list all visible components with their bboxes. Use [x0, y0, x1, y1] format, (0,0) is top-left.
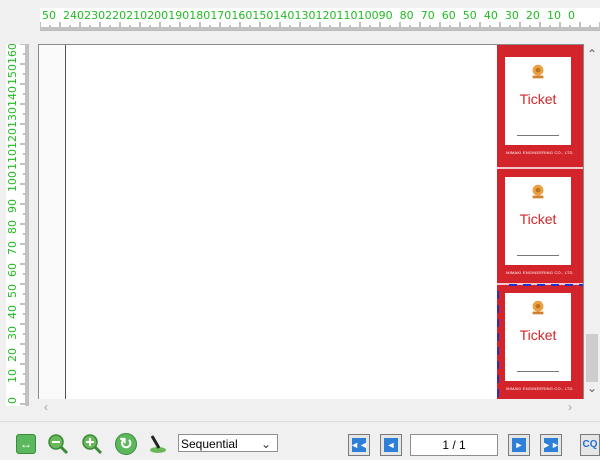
- ticket-title: Ticket: [519, 327, 557, 343]
- ruler-label: 150: [6, 64, 19, 86]
- ruler-label: 90: [6, 198, 19, 213]
- ruler-label: 140: [6, 85, 19, 107]
- ruler-label: 110: [336, 9, 358, 22]
- horizontal-scrollbar[interactable]: ‹ ›: [38, 399, 584, 415]
- place-button[interactable]: [146, 432, 170, 456]
- ruler-label: 150: [252, 9, 274, 22]
- ruler-label: 60: [441, 9, 456, 22]
- zoom-in-button[interactable]: [80, 432, 104, 456]
- canvas-margin-strip: [39, 45, 66, 399]
- ticket-title: Ticket: [519, 91, 557, 107]
- reel-logo-icon: [532, 300, 544, 315]
- fit-page-button[interactable]: ↔: [14, 432, 38, 456]
- ruler-label: 220: [105, 9, 127, 22]
- ticket-face: Ticket: [505, 177, 571, 265]
- ruler-label: 30: [6, 326, 19, 341]
- ruler-label: 0: [6, 397, 19, 404]
- ruler-label: 200: [147, 9, 169, 22]
- place-icon: [150, 435, 166, 453]
- ruler-label: 110: [6, 149, 19, 171]
- prev-page-button[interactable]: ◄: [380, 434, 402, 456]
- ruler-label: 130: [294, 9, 316, 22]
- ruler-label: 80: [6, 220, 19, 234]
- cq-button[interactable]: CQ: [580, 434, 600, 456]
- scroll-thumb[interactable]: [586, 334, 598, 382]
- order-mode-select[interactable]: Sequential ⌄: [178, 434, 278, 452]
- ruler-label: 190: [168, 9, 190, 22]
- ruler-label: 20: [525, 9, 540, 22]
- zoom-out-button[interactable]: [46, 432, 70, 456]
- ruler-corner: [6, 8, 28, 30]
- ruler-label: 130: [6, 106, 19, 128]
- ruler-label: 240: [63, 9, 85, 22]
- ticket-signature-line: [517, 371, 559, 372]
- bottom-toolbar: ↔ ↻ Sequential ⌄ ◄◄ ◄ 1 / 1 ► ►► CQ: [0, 421, 600, 460]
- prev-page-icon: ◄: [384, 438, 398, 452]
- refresh-button[interactable]: ↻: [114, 432, 138, 456]
- scroll-right-icon[interactable]: ›: [568, 401, 572, 413]
- ruler-label: 50: [42, 9, 56, 22]
- ticket-signature-line: [517, 255, 559, 256]
- ruler-label: 10: [546, 9, 561, 22]
- next-page-icon: ►: [512, 438, 526, 452]
- ruler-label: 120: [315, 9, 337, 22]
- ticket-footer: MIMAKI ENGINEERING CO., LTD.: [506, 150, 574, 155]
- ruler-label: 140: [273, 9, 295, 22]
- order-mode-value: Sequential: [181, 437, 238, 451]
- horizontal-ruler: 50 240 230 220 210 200 190 180 170 160 150 140 130 12…: [40, 8, 600, 31]
- reel-logo-icon: [532, 64, 544, 79]
- ruler-label: 10: [6, 368, 19, 383]
- ruler-label: 160: [6, 44, 19, 64]
- ruler-label: 230: [84, 9, 106, 22]
- ruler-label: 100: [6, 170, 19, 192]
- ruler-label: 0: [568, 9, 575, 22]
- page-indicator[interactable]: 1 / 1: [410, 434, 498, 456]
- ticket-signature-line: [517, 135, 559, 136]
- vertical-ruler: 160 150 140 130 120 110 100 90 80 70 60 50 40 30 20 10 0: [6, 44, 29, 406]
- ruler-label: 210: [126, 9, 148, 22]
- ruler-label: 40: [483, 9, 498, 22]
- ticket-face: Ticket: [505, 57, 571, 145]
- zoom-out-icon: [48, 434, 69, 455]
- layout-canvas[interactable]: Ticket MIMAKI ENGINEERING CO., LTD. Tick…: [38, 44, 584, 400]
- ruler-label: 100: [357, 9, 379, 22]
- fit-page-icon: ↔: [16, 434, 36, 454]
- scroll-up-icon[interactable]: ⌃: [587, 48, 597, 60]
- ticket-card[interactable]: Ticket MIMAKI ENGINEERING CO., LTD.: [497, 49, 583, 161]
- ruler-label: 20: [6, 347, 19, 362]
- ruler-label: 50: [6, 283, 19, 298]
- ruler-label: 160: [231, 9, 253, 22]
- last-page-icon: ►►: [542, 438, 560, 452]
- ticket-footer: MIMAKI ENGINEERING CO., LTD.: [506, 386, 574, 391]
- reel-logo-icon: [532, 184, 544, 199]
- ticket-card[interactable]: Ticket MIMAKI ENGINEERING CO., LTD.: [497, 169, 583, 281]
- scroll-down-icon[interactable]: ⌄: [587, 382, 597, 394]
- first-page-button[interactable]: ◄◄: [348, 434, 370, 456]
- ruler-label: 170: [210, 9, 232, 22]
- ticket-footer: MIMAKI ENGINEERING CO., LTD.: [506, 270, 574, 275]
- ruler-label: 60: [6, 262, 19, 277]
- ruler-label: 70: [420, 9, 435, 22]
- ruler-label: 70: [6, 241, 19, 256]
- ruler-label: 120: [6, 128, 19, 149]
- chevron-down-icon: ⌄: [260, 437, 271, 451]
- ruler-label: 30: [504, 9, 519, 22]
- ruler-label: 50: [462, 9, 477, 22]
- ticket-title: Ticket: [519, 211, 557, 227]
- vertical-scrollbar[interactable]: ⌃ ⌄: [584, 44, 600, 398]
- first-page-icon: ◄◄: [350, 438, 368, 452]
- next-page-button[interactable]: ►: [508, 434, 530, 456]
- ticket-card-selected[interactable]: Ticket MIMAKI ENGINEERING CO., LTD.: [497, 285, 583, 397]
- ruler-label: 90: [378, 9, 393, 22]
- tickets-column: Ticket MIMAKI ENGINEERING CO., LTD. Tick…: [497, 45, 583, 399]
- scroll-left-icon[interactable]: ‹: [44, 401, 48, 413]
- refresh-icon: ↻: [115, 433, 137, 455]
- ruler-label: 180: [189, 9, 211, 22]
- last-page-button[interactable]: ►►: [540, 434, 562, 456]
- ticket-face: Ticket: [505, 293, 571, 381]
- zoom-in-icon: [82, 434, 103, 455]
- ruler-label: 80: [399, 9, 414, 22]
- ruler-label: 40: [6, 305, 19, 319]
